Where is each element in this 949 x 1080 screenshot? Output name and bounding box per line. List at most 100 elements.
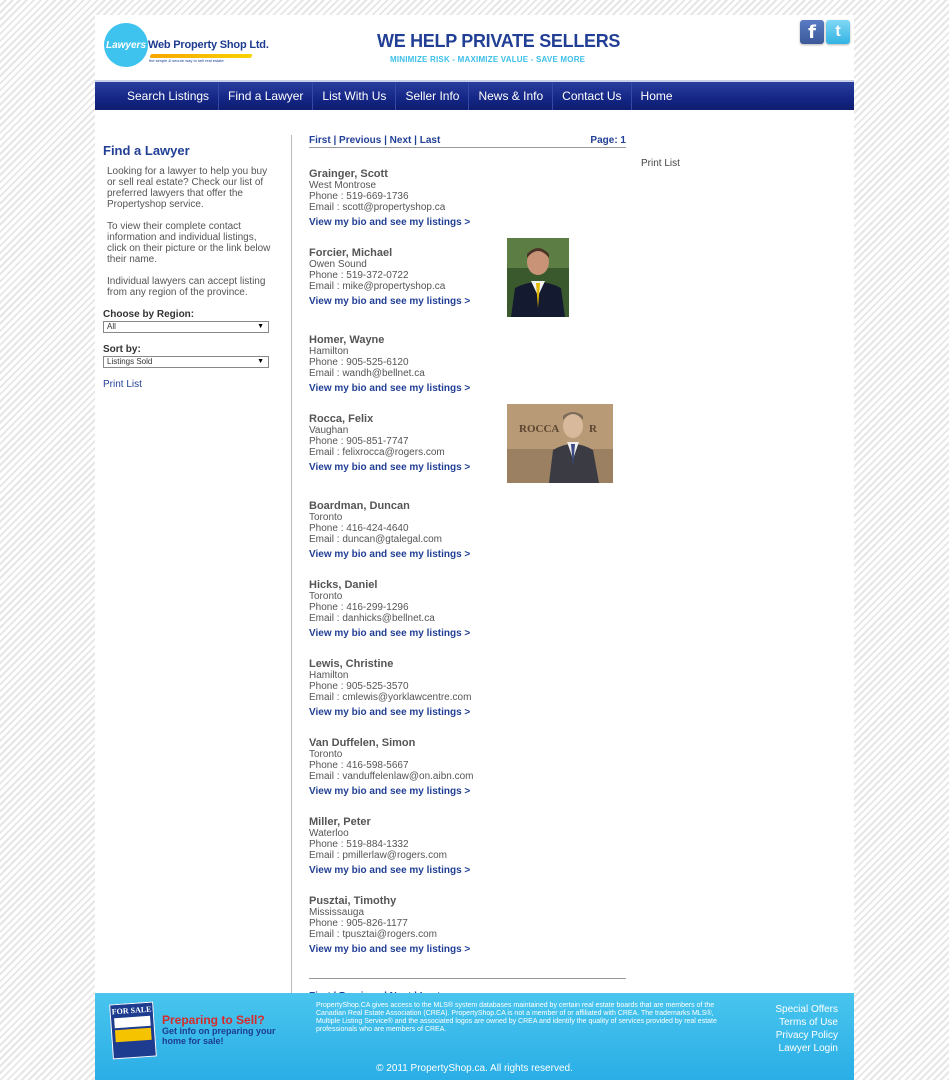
lawyer-city: Toronto (309, 749, 343, 760)
footer-links: Special Offers Terms of Use Privacy Poli… (745, 1003, 838, 1055)
lawyer-bio-link[interactable]: View my bio and see my listings > (309, 707, 626, 718)
lawyer-email[interactable]: Email : wandh@bellnet.ca (309, 368, 626, 379)
nav-search-listings[interactable]: Search Listings (118, 82, 220, 110)
prep-title[interactable]: Preparing to Sell? (162, 1013, 265, 1027)
lawyer-card: Boardman, Duncan Toronto Phone : 416-424… (309, 500, 626, 560)
lawyer-phone: Phone : 416-299-1296 (309, 602, 409, 613)
copyright: © 2011 PropertyShop.ca. All rights reser… (376, 1063, 573, 1074)
pager-next[interactable]: Next (390, 135, 412, 146)
tagline-sub: MINIMIZE RISK - MAXIMIZE VALUE - SAVE MO… (390, 55, 586, 64)
lawyer-photo-forcier[interactable] (507, 238, 569, 317)
sidebar-title: Find a Lawyer (103, 143, 190, 158)
lawyer-name[interactable]: Pusztai, Timothy (309, 895, 626, 907)
sidebar-intro: Looking for a lawyer to help you buy or … (107, 166, 268, 210)
nav-home[interactable]: Home (632, 82, 682, 110)
lawyer-bio-link[interactable]: View my bio and see my listings > (309, 628, 626, 639)
lawyer-photo-image (507, 238, 569, 317)
lawyer-photo-rocca[interactable]: ROCCA R (507, 404, 613, 483)
lawyer-city: Toronto (309, 591, 343, 602)
lawyer-email[interactable]: Email : mike@propertyshop.ca (309, 281, 626, 292)
lawyer-card: Van Duffelen, Simon Toronto Phone : 416-… (309, 737, 626, 797)
footer-terms-of-use[interactable]: Terms of Use (745, 1016, 838, 1029)
lawyer-city: Owen Sound (309, 259, 367, 270)
nav-contact-us[interactable]: Contact Us (553, 82, 632, 110)
region-label: Choose by Region: (103, 309, 195, 320)
lawyer-email[interactable]: Email : danhicks@bellnet.ca (309, 613, 626, 624)
lawyer-city: Hamilton (309, 670, 349, 681)
column-divider (291, 135, 292, 993)
pager-previous[interactable]: Previous (339, 135, 381, 146)
chevron-down-icon: ▼ (257, 323, 264, 330)
tagline-main: WE HELP PRIVATE SELLERS (377, 31, 621, 51)
mls-disclaimer: PropertyShop.CA gives access to the MLS®… (316, 1002, 717, 1033)
lawyer-name[interactable]: Boardman, Duncan (309, 500, 626, 512)
sidebar-instructions: To view their complete contact informati… (107, 221, 271, 265)
pager-last[interactable]: Last (420, 135, 441, 146)
nav-news-info[interactable]: News & Info (469, 82, 554, 110)
lawyer-email[interactable]: Email : pmillerlaw@rogers.com (309, 850, 626, 861)
lawyer-city: Waterloo (309, 828, 349, 839)
lawyer-name[interactable]: Forcier, Michael (309, 247, 626, 259)
lawyer-email[interactable]: Email : cmlewis@yorklawcentre.com (309, 692, 626, 703)
lawyer-card: Hicks, Daniel Toronto Phone : 416-299-12… (309, 579, 626, 639)
logo-circle[interactable]: Lawyers (104, 23, 148, 67)
sidebar-region-note: Individual lawyers can accept listing fr… (107, 276, 266, 298)
lawyer-bio-link[interactable]: View my bio and see my listings > (309, 383, 626, 394)
nav-list-with-us[interactable]: List With Us (313, 82, 397, 110)
lawyer-name[interactable]: Homer, Wayne (309, 334, 626, 346)
pager-top: First | Previous | Next | Last Page: 1 (309, 135, 626, 147)
lawyer-name[interactable]: Lewis, Christine (309, 658, 626, 670)
lawyer-card: Forcier, Michael Owen Sound Phone : 519-… (309, 247, 626, 307)
lawyer-email[interactable]: Email : tpusztai@rogers.com (309, 929, 626, 940)
pager-top-line (309, 147, 626, 148)
lawyer-bio-link[interactable]: View my bio and see my listings > (309, 786, 626, 797)
sidebar-print-list[interactable]: Print List (103, 379, 273, 390)
header: Lawyers Web Property Shop Ltd. the simpl… (95, 15, 854, 80)
footer-special-offers[interactable]: Special Offers (745, 1003, 838, 1016)
logo-tagline: the simple & secure way to sell real est… (149, 58, 224, 63)
main-nav: Search Listings Find a Lawyer List With … (95, 80, 854, 110)
lawyer-photo-image: ROCCA R (507, 404, 613, 483)
lawyer-name[interactable]: Van Duffelen, Simon (309, 737, 626, 749)
twitter-icon[interactable]: t (826, 20, 850, 44)
lawyer-email[interactable]: Email : scott@propertyshop.ca (309, 202, 626, 213)
for-sale-sign-strip (114, 1027, 152, 1043)
lawyer-bio-link[interactable]: View my bio and see my listings > (309, 944, 626, 955)
footer-privacy-policy[interactable]: Privacy Policy (745, 1029, 838, 1042)
chevron-down-icon: ▼ (257, 358, 264, 365)
pager-first[interactable]: First (309, 135, 331, 146)
footer-lawyer-login[interactable]: Lawyer Login (745, 1042, 838, 1055)
lawyer-phone: Phone : 905-826-1177 (309, 918, 408, 929)
lawyer-name[interactable]: Grainger, Scott (309, 168, 626, 180)
facebook-icon[interactable]: f (800, 20, 824, 44)
svg-text:ROCCA: ROCCA (519, 423, 559, 435)
region-select[interactable]: All ▼ (103, 321, 269, 333)
page: Lawyers Web Property Shop Ltd. the simpl… (95, 15, 854, 1080)
lawyer-city: Mississauga (309, 907, 365, 918)
lawyer-email[interactable]: Email : duncan@gtalegal.com (309, 534, 626, 545)
lawyer-bio-link[interactable]: View my bio and see my listings > (309, 296, 626, 307)
prep-subtitle[interactable]: Get info on preparing your home for sale… (162, 1026, 277, 1046)
lawyer-card: Pusztai, Timothy Mississauga Phone : 905… (309, 895, 626, 955)
print-list-link[interactable]: Print List (641, 158, 680, 169)
lawyer-bio-link[interactable]: View my bio and see my listings > (309, 865, 626, 876)
logo-name[interactable]: Web Property Shop Ltd. (148, 39, 269, 51)
lawyer-phone: Phone : 519-884-1332 (309, 839, 409, 850)
lawyer-card: Lewis, Christine Hamilton Phone : 905-52… (309, 658, 626, 718)
lawyer-phone: Phone : 416-598-5667 (309, 760, 409, 771)
lawyer-name[interactable]: Hicks, Daniel (309, 579, 626, 591)
for-sale-sign-icon[interactable]: FOR SALE (109, 1001, 157, 1060)
footer: FOR SALE Preparing to Sell? Get info on … (95, 993, 854, 1080)
lawyer-bio-link[interactable]: View my bio and see my listings > (309, 217, 626, 228)
lawyer-phone: Phone : 519-669-1736 (309, 191, 409, 202)
for-sale-sign-panel (114, 1015, 151, 1029)
lawyer-card: Miller, Peter Waterloo Phone : 519-884-1… (309, 816, 626, 876)
nav-find-a-lawyer[interactable]: Find a Lawyer (219, 82, 314, 110)
lawyer-name[interactable]: Miller, Peter (309, 816, 626, 828)
lawyer-bio-link[interactable]: View my bio and see my listings > (309, 549, 626, 560)
lawyer-email[interactable]: Email : vanduffelenlaw@on.aibn.com (309, 771, 626, 782)
pager-bottom-line (309, 978, 626, 979)
nav-seller-info[interactable]: Seller Info (396, 82, 470, 110)
sort-select[interactable]: Listings Sold ▼ (103, 356, 269, 368)
lawyer-city: Toronto (309, 512, 343, 523)
